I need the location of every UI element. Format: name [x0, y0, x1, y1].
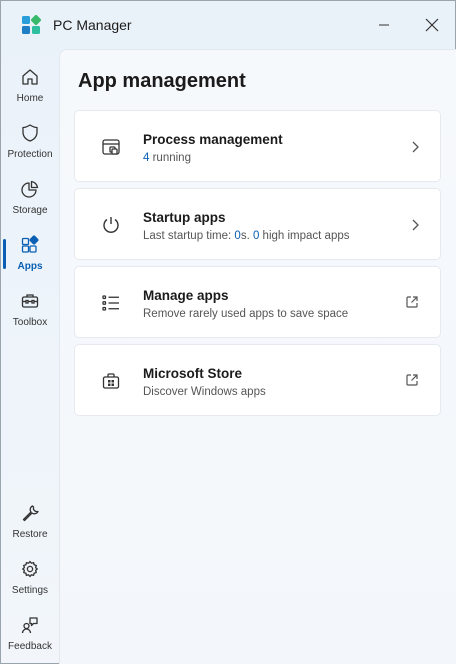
card-subtitle: 4 running — [143, 152, 191, 164]
sidebar-item-protection[interactable]: Protection — [1, 117, 59, 167]
wrench-icon — [22, 505, 39, 522]
gear-icon — [22, 560, 38, 578]
microsoft-store-card[interactable]: Microsoft Store Discover Windows apps — [74, 344, 441, 416]
minimize-button[interactable] — [361, 9, 407, 41]
process-management-card[interactable]: Process management 4 running — [74, 110, 441, 182]
list-icon — [102, 295, 119, 311]
sidebar-item-label: Feedback — [8, 641, 52, 652]
startup-time-label: Last startup time: — [143, 230, 235, 242]
external-link-icon — [406, 296, 418, 308]
card-subtitle: Last startup time: 0s. 0 high impact app… — [143, 230, 350, 242]
sidebar-item-label: Home — [16, 93, 44, 104]
startup-time-unit: s. — [240, 230, 253, 242]
title-bar: PC Manager — [1, 1, 455, 49]
close-button[interactable] — [409, 9, 455, 41]
card-title: Startup apps — [143, 210, 226, 225]
running-label: running — [149, 152, 191, 164]
store-icon — [102, 373, 120, 389]
close-icon — [425, 18, 439, 32]
card-title: Microsoft Store — [143, 366, 243, 381]
card-subtitle: Discover Windows apps — [143, 386, 266, 398]
power-icon — [103, 217, 119, 233]
sidebar-item-settings[interactable]: Settings — [1, 553, 59, 603]
high-impact-label: high impact apps — [259, 230, 350, 242]
page-title: App management — [78, 70, 246, 92]
sidebar-item-restore[interactable]: Restore — [1, 497, 59, 547]
process-window-icon — [102, 139, 120, 155]
active-indicator — [3, 239, 6, 269]
startup-apps-card[interactable]: Startup apps Last startup time: 0s. 0 hi… — [74, 188, 441, 260]
sidebar-item-label: Toolbox — [12, 317, 48, 328]
sidebar-item-toolbox[interactable]: Toolbox — [1, 285, 59, 335]
pie-chart-icon — [21, 180, 39, 198]
card-title: Manage apps — [143, 288, 229, 303]
app-title: PC Manager — [53, 17, 132, 33]
chevron-right-icon — [412, 141, 419, 153]
sidebar-item-storage[interactable]: Storage — [1, 173, 59, 223]
sidebar-item-home[interactable]: Home — [1, 61, 59, 111]
feedback-icon — [21, 617, 38, 634]
toolbox-icon — [21, 294, 39, 308]
sidebar-item-label: Storage — [12, 205, 48, 216]
sidebar-item-apps[interactable]: Apps — [1, 229, 59, 279]
chevron-right-icon — [412, 219, 419, 231]
apps-icon — [21, 235, 39, 253]
manage-apps-card[interactable]: Manage apps Remove rarely used apps to s… — [74, 266, 441, 338]
minimize-icon — [379, 24, 389, 26]
sidebar-item-label: Apps — [17, 261, 43, 272]
external-link-icon — [406, 374, 418, 386]
home-icon — [22, 69, 38, 85]
sidebar-item-feedback[interactable]: Feedback — [1, 609, 59, 659]
main-pane: App management Process management 4 runn… — [59, 49, 456, 664]
card-subtitle: Remove rarely used apps to save space — [143, 308, 349, 320]
sidebar: Home Protection Storage Apps Toolbox Res… — [1, 57, 59, 663]
shield-icon — [22, 124, 38, 142]
sidebar-item-label: Settings — [11, 585, 49, 596]
sidebar-item-label: Restore — [12, 529, 48, 540]
card-title: Process management — [143, 132, 283, 147]
sidebar-item-label: Protection — [7, 149, 53, 160]
pc-manager-window: PC Manager Home Protection Storage Apps … — [0, 0, 456, 664]
pc-manager-logo — [22, 15, 41, 34]
